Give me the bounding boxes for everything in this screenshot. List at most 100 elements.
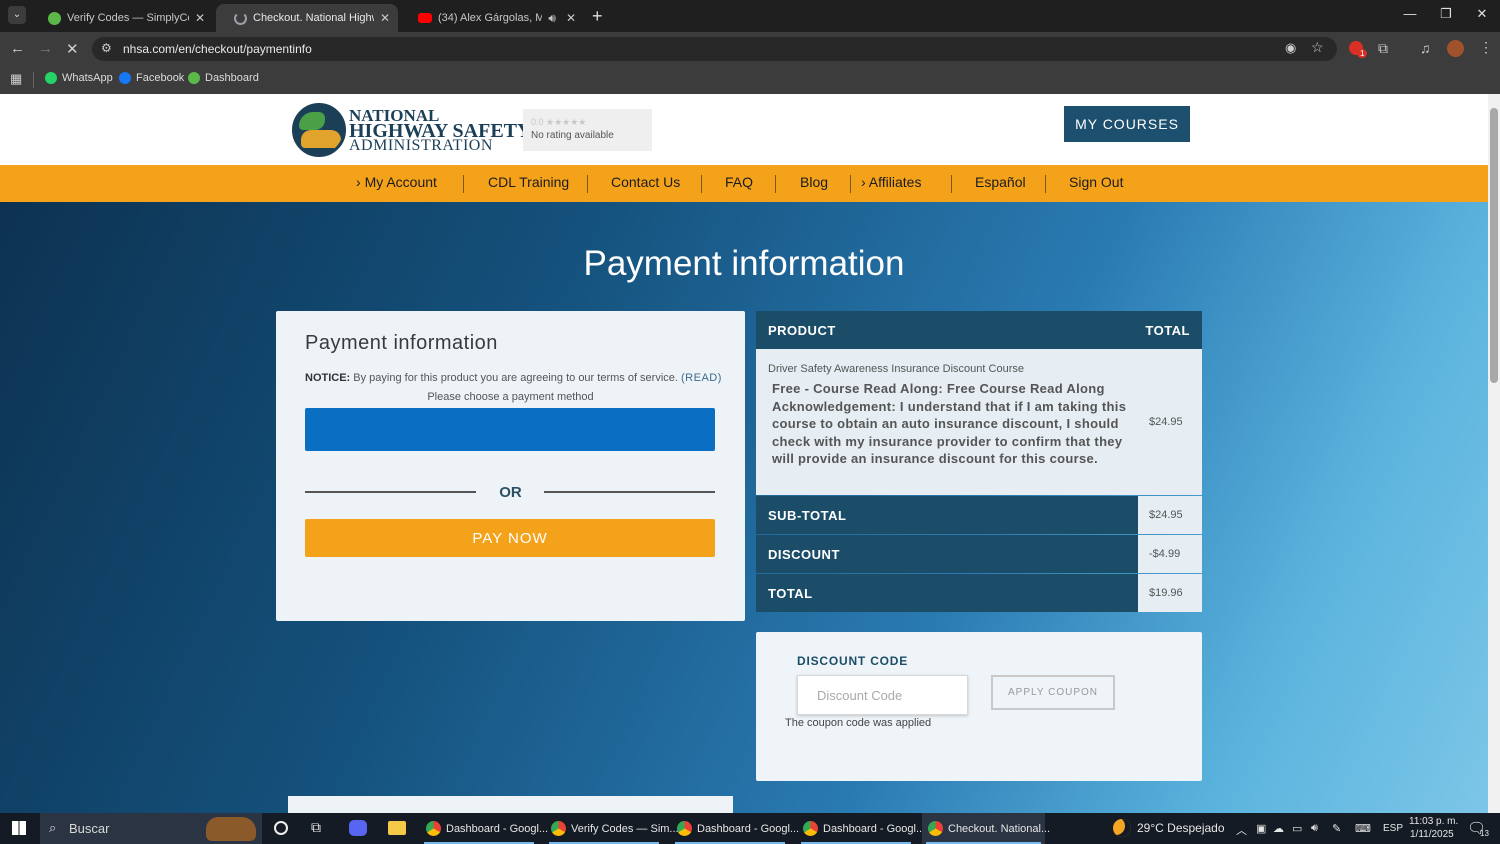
bookmark-facebook[interactable]: Facebook bbox=[119, 72, 184, 84]
app-label: Checkout. National... bbox=[948, 822, 1051, 835]
minimize-button[interactable]: — bbox=[1392, 6, 1428, 21]
facebook-icon bbox=[119, 72, 131, 84]
menu-label: Affiliates bbox=[868, 174, 922, 190]
cortana-icon[interactable] bbox=[274, 821, 288, 835]
site-info-icon[interactable]: ⚙ bbox=[101, 41, 112, 55]
menu-divider bbox=[463, 175, 464, 193]
discount-code-title: DISCOUNT CODE bbox=[797, 654, 909, 668]
menu-divider bbox=[701, 175, 702, 193]
apps-grid-icon[interactable]: ▦ bbox=[10, 71, 22, 87]
tray-chevron-up-icon[interactable]: ︿ bbox=[1236, 822, 1247, 838]
taskbar-app-chrome-2[interactable]: Verify Codes — Sim... bbox=[545, 813, 679, 844]
whatsapp-icon bbox=[45, 72, 57, 84]
network-icon[interactable]: ▭ bbox=[1292, 822, 1302, 835]
menu-item-my-account[interactable]: › My Account bbox=[356, 174, 437, 190]
menu-item-sign-out[interactable]: Sign Out bbox=[1069, 174, 1123, 190]
url-text[interactable]: nhsa.com/en/checkout/paymentinfo bbox=[123, 42, 312, 56]
taskbar-app-chrome-5[interactable]: Checkout. National... bbox=[922, 813, 1050, 844]
chrome-icon bbox=[551, 821, 566, 836]
close-tab-icon[interactable]: ✕ bbox=[380, 11, 390, 25]
weather-text[interactable]: 29°C Despejado bbox=[1137, 821, 1225, 835]
tab-simplycodes[interactable]: Verify Codes — SimplyCodes ✕ bbox=[30, 4, 213, 32]
my-courses-button[interactable]: MY COURSES bbox=[1064, 106, 1190, 142]
new-tab-button[interactable]: + bbox=[592, 6, 603, 27]
bookmarks-bar: ▦ WhatsApp Facebook Dashboard bbox=[0, 66, 1500, 94]
order-header: PRODUCT TOTAL bbox=[756, 311, 1202, 349]
pen-icon[interactable]: ✎ bbox=[1332, 822, 1341, 835]
simplycodes-favicon-icon bbox=[48, 11, 61, 25]
apply-coupon-button[interactable]: APPLY COUPON bbox=[991, 675, 1115, 710]
discord-icon[interactable] bbox=[349, 820, 367, 836]
total-row: TOTAL $19.96 bbox=[756, 574, 1202, 612]
nhsa-logo-icon[interactable] bbox=[292, 103, 346, 157]
taskbar-app-chrome-1[interactable]: Dashboard - Googl... bbox=[420, 813, 548, 844]
close-tab-icon[interactable]: ✕ bbox=[195, 11, 205, 25]
volume-icon[interactable]: 🔊︎ bbox=[1311, 822, 1318, 835]
clock-time[interactable]: 11:03 p. m. bbox=[1409, 816, 1458, 827]
chevron-right-icon: › bbox=[356, 174, 361, 190]
tab-youtube[interactable]: (34) Alex Gárgolas, Mora, Lu 🔊︎ ✕ bbox=[400, 4, 584, 32]
audio-playing-icon[interactable]: 🔊︎ bbox=[548, 11, 556, 26]
profile-avatar[interactable] bbox=[1447, 40, 1464, 57]
forward-icon[interactable]: → bbox=[38, 40, 53, 57]
bookmark-whatsapp[interactable]: WhatsApp bbox=[45, 72, 113, 84]
menu-item-espanol[interactable]: Español bbox=[975, 174, 1026, 190]
tab-search-chevron-icon[interactable]: ⌄ bbox=[8, 6, 26, 24]
payment-method-button[interactable] bbox=[305, 408, 715, 451]
logo-shape-green bbox=[299, 112, 325, 130]
menu-divider bbox=[775, 175, 776, 193]
back-icon[interactable]: ← bbox=[10, 40, 25, 57]
close-tab-icon[interactable]: ✕ bbox=[566, 11, 576, 25]
taskbar-app-chrome-4[interactable]: Dashboard - Googl... bbox=[797, 813, 925, 844]
page-scrollbar[interactable] bbox=[1488, 94, 1500, 813]
browser-menu-icon[interactable]: ⋮ bbox=[1479, 39, 1493, 56]
bookmark-dashboard[interactable]: Dashboard bbox=[188, 72, 259, 84]
windows-start-icon[interactable] bbox=[12, 821, 26, 835]
media-control-icon[interactable]: ♫ bbox=[1420, 40, 1431, 56]
clock-date[interactable]: 1/11/2025 bbox=[1410, 829, 1454, 840]
tray-icon-1[interactable]: ▣ bbox=[1256, 822, 1266, 835]
dashboard-icon bbox=[188, 72, 200, 84]
or-divider-right bbox=[544, 491, 715, 493]
tab-checkout[interactable]: Checkout. National Highway Sa ✕ bbox=[216, 4, 398, 32]
windows-taskbar: ⌕ Buscar ⧉ Dashboard - Googl... Verify C… bbox=[0, 813, 1500, 844]
payment-card-title: Payment information bbox=[305, 332, 498, 354]
menu-divider bbox=[951, 175, 952, 193]
bookmark-label: Facebook bbox=[136, 72, 185, 84]
menu-item-contact-us[interactable]: Contact Us bbox=[611, 174, 680, 190]
file-explorer-icon[interactable] bbox=[388, 821, 406, 835]
menu-item-cdl-training[interactable]: CDL Training bbox=[488, 174, 569, 190]
bookmark-label: WhatsApp bbox=[62, 72, 113, 84]
address-bar[interactable]: ⚙ nhsa.com/en/checkout/paymentinfo ◉ ☆ bbox=[92, 37, 1337, 61]
menu-divider bbox=[587, 175, 588, 193]
close-window-button[interactable]: ✕ bbox=[1464, 6, 1500, 22]
menu-item-affiliates[interactable]: › Affiliates bbox=[861, 174, 921, 190]
menu-item-blog[interactable]: Blog bbox=[800, 174, 828, 190]
browser-toolbar: ← → ✕ ⚙ nhsa.com/en/checkout/paymentinfo… bbox=[0, 32, 1500, 66]
task-view-icon[interactable]: ⧉ bbox=[311, 819, 321, 836]
weather-moon-icon[interactable] bbox=[1113, 819, 1131, 837]
extensions-puzzle-icon[interactable]: ⧉ bbox=[1378, 40, 1388, 57]
app-label: Dashboard - Googl... bbox=[697, 822, 800, 835]
total-label: TOTAL bbox=[756, 574, 1138, 612]
bison-search-highlight-icon bbox=[206, 817, 256, 841]
menu-item-faq[interactable]: FAQ bbox=[725, 174, 753, 190]
restore-button[interactable]: ❐ bbox=[1428, 6, 1464, 22]
tracking-protection-icon[interactable]: ◉ bbox=[1285, 40, 1296, 56]
language-indicator[interactable]: ESP bbox=[1383, 823, 1403, 834]
bookmark-star-icon[interactable]: ☆ bbox=[1311, 39, 1324, 56]
scrollbar-thumb[interactable] bbox=[1490, 108, 1498, 383]
pay-now-button[interactable]: PAY NOW bbox=[305, 519, 715, 557]
keyboard-icon[interactable]: ⌨ bbox=[1355, 822, 1371, 835]
rating-widget[interactable]: 0.0 ★★★★★ No rating available bbox=[523, 109, 652, 151]
notification-count-badge: 13 bbox=[1480, 829, 1489, 838]
subtotal-row: SUB-TOTAL $24.95 bbox=[756, 496, 1202, 534]
terms-read-link[interactable]: (READ) bbox=[681, 372, 722, 384]
choose-payment-text: Please choose a payment method bbox=[427, 391, 594, 403]
taskbar-search[interactable]: ⌕ Buscar bbox=[40, 813, 262, 844]
onedrive-cloud-icon[interactable]: ☁ bbox=[1273, 822, 1284, 835]
taskbar-app-chrome-3[interactable]: Dashboard - Googl... bbox=[671, 813, 799, 844]
discount-code-input[interactable] bbox=[797, 675, 968, 715]
youtube-favicon-icon bbox=[418, 13, 432, 23]
stop-loading-icon[interactable]: ✕ bbox=[66, 40, 79, 58]
